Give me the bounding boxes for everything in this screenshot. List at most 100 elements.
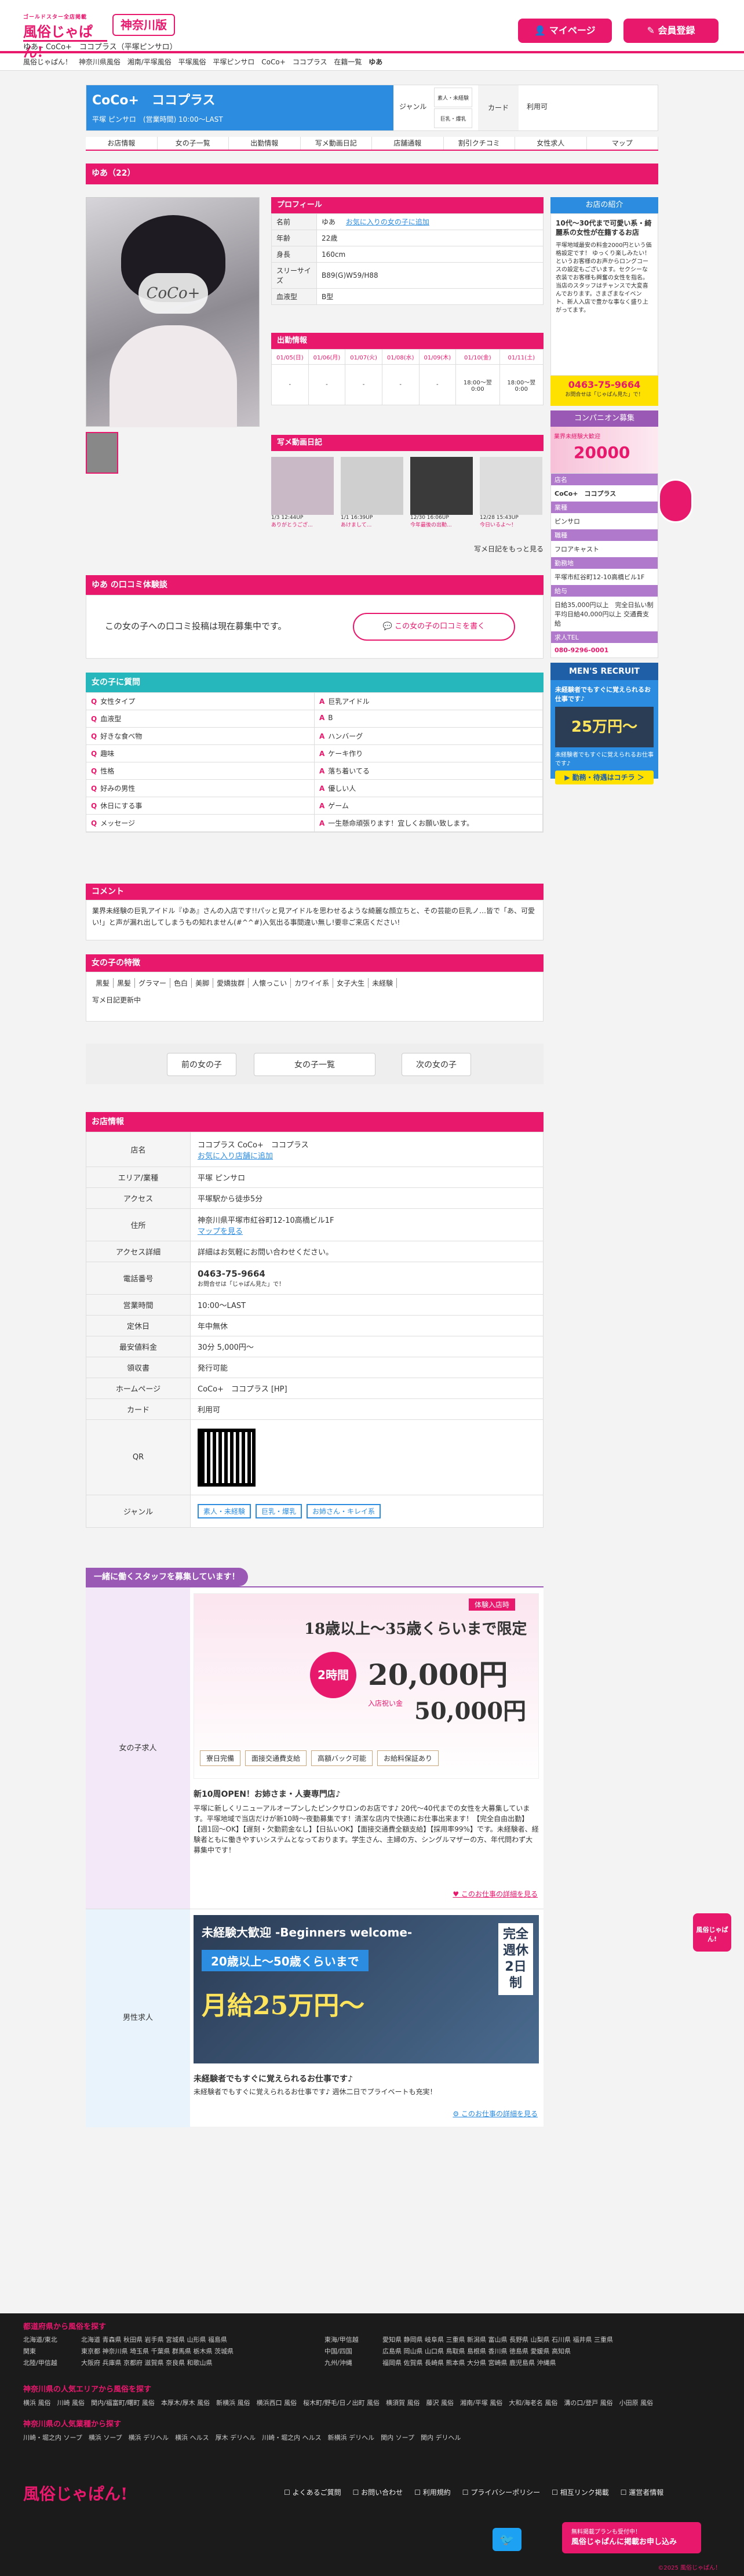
intro-title: 10代〜30代まで可愛い系・綺麗系の女性が在籍するお店: [556, 219, 652, 237]
profile-value: B89(G)W59/H88: [316, 262, 544, 289]
diary-more-link[interactable]: 写メ日記をもっと見る: [474, 544, 544, 554]
footer-area-links[interactable]: 横浜 風俗 川崎 風俗 関内/福富町/曙町 風俗 本厚木/厚木 風俗 新横浜 風…: [23, 2397, 719, 2409]
phone-number[interactable]: 0463-75-9664: [198, 1269, 265, 1279]
shop-header: CoCo+ ココプラス 平塚 ピンサロ (営業時間) 10:00〜LAST ジャ…: [86, 85, 658, 131]
side-tel-box[interactable]: 0463-75-9664 お問合せは「じゃぱん見た」で！: [550, 376, 658, 406]
footer-link[interactable]: ☐ お問い合わせ: [353, 2487, 403, 2497]
diary-item[interactable]: 1/3 12:44UP ありがとうござ...: [271, 457, 334, 528]
register-button[interactable]: ✎ 会員登録: [623, 19, 719, 43]
male-recruit: 男性求人 未経験大歓迎 -Beginners welcome- 20歳以上〜50…: [86, 1909, 544, 2127]
tab-report[interactable]: 店舗通報: [372, 137, 444, 150]
write-review-button[interactable]: 💬 この女の子の口コミを書く: [353, 613, 515, 641]
tab-girls[interactable]: 女の子一覧: [158, 137, 229, 150]
footer-pref-links[interactable]: 大阪府 兵庫県 京都府 滋賀県 奈良県 和歌山県: [81, 2357, 336, 2369]
photo-mask-logo: CoCo+: [138, 273, 208, 314]
feature-chip: 未経験: [369, 978, 397, 988]
recruit-heading: 一緒に働くスタッフを募集しています！: [86, 1568, 248, 1586]
footer-pref-links[interactable]: 東京都 神奈川県 埼玉県 千葉県 群馬県 栃木県 茨城県: [81, 2346, 336, 2357]
heart-icon: ♥: [453, 1890, 461, 1898]
footer-pref-links[interactable]: 北海道 青森県 秋田県 岩手県 宮城県 山形県 福島県: [81, 2334, 336, 2346]
mens-recruit-pay[interactable]: 25万円〜: [555, 707, 654, 747]
footer-link-label: お問い合わせ: [361, 2488, 403, 2497]
footer-link[interactable]: ☐ よくあるご質問: [284, 2487, 341, 2497]
girl-photo[interactable]: CoCo+: [86, 197, 260, 427]
girl-title: ゆあ（22）: [86, 164, 658, 184]
qa-row: Q 血液型 A B: [86, 710, 543, 728]
schedule-value: -: [308, 364, 346, 405]
site-logo[interactable]: ゴールドスター全店掲載 風俗じゃぱん!: [23, 13, 107, 60]
recruit-block: 一緒に働くスタッフを募集しています！ 女の子求人 体験入店時 18歳以上〜35歳…: [86, 1568, 544, 2127]
footer-link[interactable]: ☐ 利用規約: [414, 2487, 451, 2497]
info-key: 領収書: [86, 1357, 191, 1378]
diary-item[interactable]: 12/28 15:43UP 今日いるよ〜！: [480, 457, 542, 528]
homepage-link[interactable]: CoCo+ ココプラス [HP]: [190, 1378, 544, 1399]
male-recruit-more-label: このお仕事の詳細を見る: [461, 2110, 538, 2118]
page-top-button[interactable]: 風俗じゃぱん!: [693, 1913, 731, 1952]
profile-key: スリーサイズ: [271, 262, 317, 289]
favorite-shop-link[interactable]: お気に入り店舗に追加: [198, 1152, 273, 1161]
genre-tag[interactable]: 巨乳・爆乳: [256, 1504, 302, 1518]
prev-girl-button[interactable]: 前の女の子: [167, 1053, 236, 1076]
diary-block: 写メ動画日記 1/3 12:44UP ありがとうござ... 1/1 16:39UP…: [271, 435, 544, 557]
footer-pref-links[interactable]: 福岡県 佐賀県 長崎県 熊本県 大分県 宮崎県 鹿児島県 沖縄県: [382, 2357, 707, 2369]
breadcrumb-item[interactable]: 在籍一覧: [334, 58, 362, 66]
footer-pref-links[interactable]: 広島県 岡山県 山口県 鳥取県 島根県 香川県 徳島県 愛媛県 高知県: [382, 2346, 707, 2357]
diary-item[interactable]: 1/1 16:39UP あけまして...: [341, 457, 403, 528]
map-link[interactable]: マップを見る: [198, 1227, 243, 1236]
girl-list-button[interactable]: 女の子一覧: [254, 1053, 375, 1076]
female-banner[interactable]: 体験入店時 18歳以上〜35歳くらいまで限定 2時間 20,000円 入店祝い金…: [194, 1593, 539, 1779]
chat-character[interactable]: [658, 479, 693, 523]
banner-item: 面接交通費支給: [245, 1750, 307, 1766]
mens-recruit-box: 未経験者でもすぐに覚えられるお仕事です♪ 25万円〜 未経験者でもすぐに覚えられ…: [550, 680, 658, 784]
footer-logo[interactable]: 風俗じゃぱん!: [23, 2481, 127, 2505]
shop-meta: 平塚 ピンサロ (営業時間) 10:00〜LAST: [92, 115, 223, 123]
profile-heading: プロフィール: [271, 197, 544, 213]
breadcrumb-item[interactable]: 平塚ピンサロ: [213, 58, 254, 66]
tab-shop-info[interactable]: お店情報: [86, 137, 158, 150]
schedule-day: 01/09(木): [418, 349, 457, 365]
footer-region: 関東: [23, 2348, 36, 2355]
qa-row: Q 性格 A 落ち着いてる: [86, 762, 543, 780]
companion-value: フロアキャスト: [555, 546, 599, 553]
male-banner[interactable]: 未経験大歓迎 -Beginners welcome- 20歳以上〜50歳くらいま…: [194, 1915, 539, 2063]
info-key: ジャンル: [86, 1495, 191, 1528]
companion-banner[interactable]: 業界未経験大歓迎 20000: [550, 427, 658, 473]
favorite-link[interactable]: お気に入りの女の子に追加: [346, 218, 429, 226]
footer-link[interactable]: ☐ プライバシーポリシー: [462, 2487, 540, 2497]
qa-row: Q 好みの男性 A 優しい人: [86, 780, 543, 797]
breadcrumb-item[interactable]: CoCo+ ココプラス: [261, 58, 327, 66]
companion-value: 平塚市紅谷町12-10高橋ビル1F: [555, 573, 645, 581]
diary-item[interactable]: 12/30 16:06UP 今年最後の出勤...: [410, 457, 473, 528]
shop-name: CoCo+ ココプラス: [92, 93, 216, 108]
twitter-icon[interactable]: 🐦: [493, 2528, 521, 2551]
genre-tag[interactable]: 素人・未経験: [198, 1504, 251, 1518]
genre-tag[interactable]: お姉さん・キレイ系: [307, 1504, 381, 1518]
qa-answer: B: [328, 714, 333, 722]
mypage-button[interactable]: 👤 マイページ: [518, 19, 612, 43]
male-recruit-more[interactable]: ⚙ このお仕事の詳細を見る: [453, 2109, 538, 2119]
tab-schedule[interactable]: 出勤情報: [229, 137, 301, 150]
tab-map[interactable]: マップ: [587, 137, 658, 150]
photo-thumb[interactable]: [86, 432, 118, 474]
tab-discount[interactable]: 割引クチコミ: [444, 137, 515, 150]
footer-link[interactable]: ☐ 運営者情報: [621, 2487, 664, 2497]
diary-thumb: [341, 457, 403, 515]
breadcrumb-item[interactable]: 湘南/平塚風俗: [127, 58, 172, 66]
schedule-day: 01/06(月): [308, 349, 346, 365]
listing-apply-button[interactable]: 無料掲載プランも受付中！ 風俗じゃぱんに掲載お申し込み: [562, 2522, 701, 2553]
next-girl-button[interactable]: 次の女の子: [402, 1053, 471, 1076]
pref-badge[interactable]: 神奈川版: [112, 14, 175, 36]
footer-pref-links[interactable]: 愛知県 静岡県 岐阜県 三重県 新潟県 富山県 長野県 山梨県 石川県 福井県 …: [382, 2334, 707, 2346]
qa-answer: ゲーム: [328, 802, 349, 810]
listing-apply-label: 風俗じゃぱんに掲載お申し込み: [571, 2538, 677, 2546]
footer-link[interactable]: ☐ 相互リンク掲載: [552, 2487, 609, 2497]
tab-diary[interactable]: 写メ動画日記: [301, 137, 372, 150]
qa-answer: 優しい人: [328, 784, 356, 793]
mens-recruit-button[interactable]: ▶ 勤務・待遇はコチラ ＞: [555, 771, 654, 784]
female-recruit-more[interactable]: ♥ このお仕事の詳細を見る: [453, 1889, 538, 1899]
footer-genre-links[interactable]: 川崎・堀之内 ソープ 横浜 ソープ 横浜 デリヘル 横浜 ヘルス 厚木 デリヘル…: [23, 2432, 719, 2444]
intro-heading: お店の紹介: [550, 197, 658, 213]
breadcrumb-item[interactable]: 平塚風俗: [178, 58, 206, 66]
tab-recruit[interactable]: 女性求人: [515, 137, 587, 150]
profile-value: 22歳: [316, 230, 544, 246]
